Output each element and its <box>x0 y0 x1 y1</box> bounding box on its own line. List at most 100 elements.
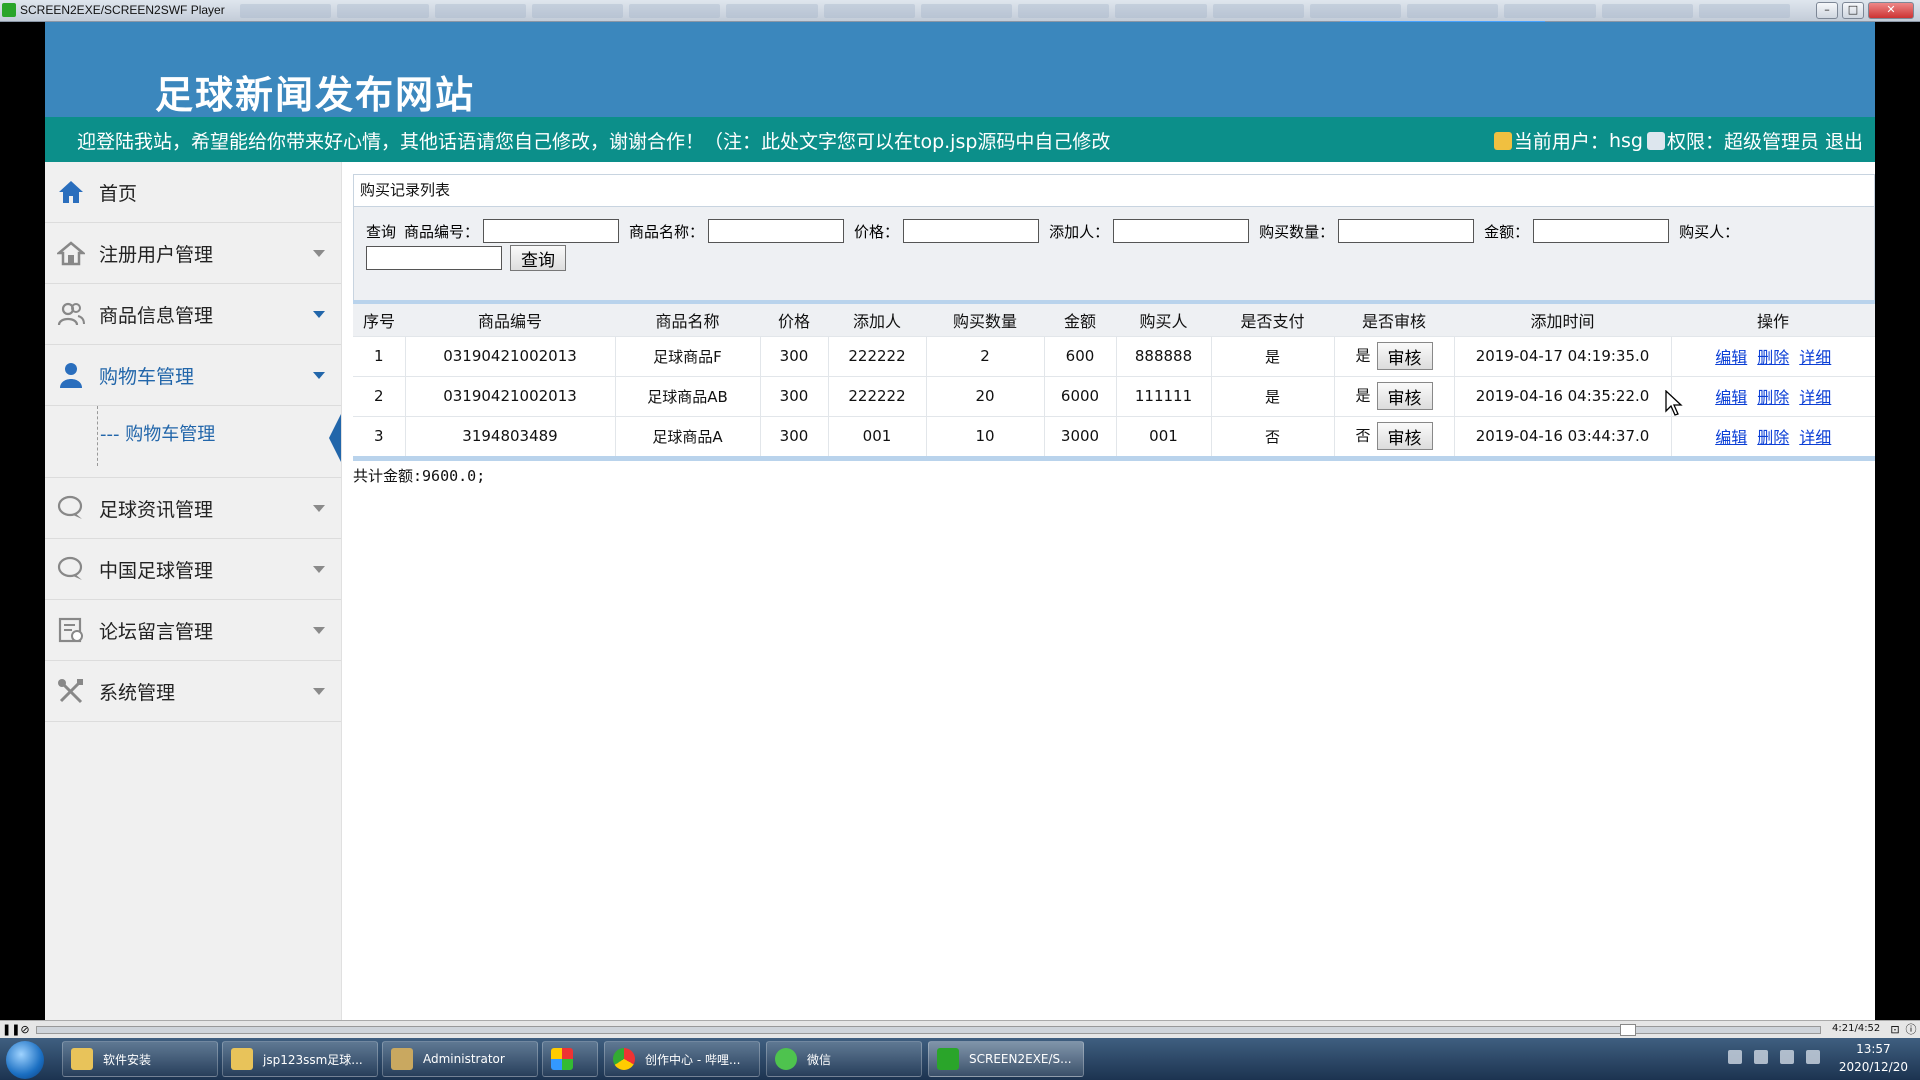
start-button[interactable] <box>6 1041 44 1079</box>
product-code-input[interactable] <box>483 219 620 243</box>
col-header: 添加人 <box>828 304 926 336</box>
search-button[interactable]: 查询 <box>510 245 566 271</box>
cell-amount: 3000 <box>1044 415 1117 456</box>
table-header-row: 序号 商品编号 商品名称 价格 添加人 购买数量 金额 购买人 是否支付 是否审… <box>353 304 1875 336</box>
delete-link[interactable]: 删除 <box>1757 348 1789 367</box>
task-wechat[interactable]: 微信 <box>766 1041 922 1077</box>
sidebar-item-cart[interactable]: 购物车管理 <box>45 345 341 406</box>
sidebar-item-home[interactable]: 首页 <box>45 162 341 223</box>
quantity-label: 购买数量： <box>1259 222 1335 241</box>
delete-link[interactable]: 删除 <box>1757 428 1789 447</box>
col-header: 商品名称 <box>615 304 760 336</box>
sidebar-item-label: 系统管理 <box>99 681 176 704</box>
delete-link[interactable]: 删除 <box>1757 388 1789 407</box>
notes-icon <box>57 616 85 644</box>
cell-adder: 222222 <box>828 335 927 376</box>
sidebar-item-label: 首页 <box>99 182 138 205</box>
detail-link[interactable]: 详细 <box>1799 348 1831 367</box>
cell-name: 足球商品F <box>615 335 761 376</box>
amount-input[interactable] <box>1533 219 1670 243</box>
task-label: jsp123ssm足球... <box>263 1052 363 1067</box>
maximize-icon[interactable]: □ <box>1842 2 1864 19</box>
logout-link[interactable]: 退出 <box>1825 127 1863 154</box>
quantity-input[interactable] <box>1338 219 1475 243</box>
task-administrator[interactable]: Administrator <box>382 1041 538 1077</box>
submenu-item-cart[interactable]: --- 购物车管理 <box>100 420 215 446</box>
user-icon <box>57 361 85 389</box>
cell-qty: 20 <box>926 375 1045 416</box>
cell-paid: 否 <box>1211 415 1335 456</box>
audit-button[interactable]: 审核 <box>1376 422 1433 451</box>
clock[interactable]: 13:57 2020/12/20 <box>1839 1040 1908 1076</box>
task-jsp-folder[interactable]: jsp123ssm足球... <box>222 1041 378 1077</box>
sidebar-item-label: 足球资讯管理 <box>99 498 214 521</box>
sidebar-item-football-news[interactable]: 足球资讯管理 <box>45 478 341 539</box>
sidebar-item-forum[interactable]: 论坛留言管理 <box>45 600 341 661</box>
seek-bar[interactable] <box>36 1026 1821 1034</box>
edit-link[interactable]: 编辑 <box>1715 428 1747 447</box>
audit-button[interactable]: 审核 <box>1376 342 1433 370</box>
seek-handle[interactable] <box>1620 1024 1636 1036</box>
keyboard-icon[interactable] <box>1728 1050 1742 1064</box>
sidebar-item-product-info[interactable]: 商品信息管理 <box>45 284 341 345</box>
task-screen2exe[interactable]: SCREEN2EXE/S... <box>928 1041 1084 1077</box>
audit-status: 是 <box>1355 346 1371 365</box>
price-input[interactable] <box>903 219 1040 243</box>
edit-link[interactable]: 编辑 <box>1715 388 1747 407</box>
buyer-input[interactable] <box>366 246 502 270</box>
cell-no: 3 <box>353 415 406 456</box>
cell-time: 2019-04-16 04:35:22.0 <box>1454 375 1672 416</box>
tray-expand-icon[interactable] <box>1754 1050 1768 1064</box>
pause-icon[interactable]: ❚❚ <box>2 1023 20 1037</box>
cell-time: 2019-04-17 04:19:35.0 <box>1454 335 1672 376</box>
cell-ops: 编辑 删除 详细 <box>1671 335 1875 376</box>
task-browser[interactable]: 创作中心 - 哔哩... <box>604 1041 760 1077</box>
edit-link[interactable]: 编辑 <box>1715 348 1747 367</box>
minimize-icon[interactable]: – <box>1816 2 1838 19</box>
folder-icon <box>71 1048 93 1070</box>
window-title: SCREEN2EXE/SCREEN2SWF Player <box>20 3 225 17</box>
audit-button[interactable]: 审核 <box>1376 382 1433 410</box>
adder-input[interactable] <box>1113 219 1250 243</box>
sidebar-item-system[interactable]: 系统管理 <box>45 661 341 722</box>
system-tray <box>1728 1050 1820 1064</box>
app-icon <box>2 3 16 17</box>
product-code-label: 商品编号： <box>404 222 480 241</box>
chrome-icon <box>613 1048 635 1070</box>
product-name-input[interactable] <box>708 219 845 243</box>
folder-icon <box>231 1048 253 1070</box>
fullscreen-icon[interactable]: ⊡ <box>1888 1023 1902 1037</box>
cell-name: 足球商品AB <box>615 375 761 416</box>
cell-adder: 001 <box>828 415 927 456</box>
cell-buyer: 111111 <box>1116 375 1212 416</box>
adder-label: 添加人： <box>1049 222 1110 241</box>
network-icon[interactable] <box>1806 1050 1820 1064</box>
cell-ops: 编辑 删除 详细 <box>1671 375 1875 416</box>
task-app[interactable] <box>542 1041 598 1077</box>
info-icon[interactable]: ⓘ <box>1904 1023 1918 1037</box>
task-label: SCREEN2EXE/S... <box>969 1052 1072 1066</box>
task-software-install[interactable]: 软件安装 <box>62 1041 218 1077</box>
stop-icon[interactable]: ⊘ <box>18 1023 32 1037</box>
permission-value: 超级管理员 <box>1723 131 1819 153</box>
permission-label: 权限： <box>1666 131 1724 153</box>
main-content: 购买记录列表 查询 商品编号： 商品名称： 价格： 添加人： 购买数量： 金额：… <box>353 174 1875 486</box>
cell-adder: 222222 <box>828 375 927 416</box>
buyer-label: 购买人： <box>1679 222 1740 241</box>
detail-link[interactable]: 详细 <box>1799 428 1831 447</box>
site-header: 足球新闻发布网站 <box>45 22 1875 117</box>
player-icon <box>937 1048 959 1070</box>
background-tabs <box>240 4 1790 18</box>
user-folder-icon <box>391 1048 413 1070</box>
sidebar-item-register-users[interactable]: 注册用户管理 <box>45 223 341 284</box>
panel-title: 购买记录列表 <box>353 174 1875 207</box>
sidebar-item-china-football[interactable]: 中国足球管理 <box>45 539 341 600</box>
sidebar-item-label: 论坛留言管理 <box>99 620 214 643</box>
cell-qty: 10 <box>926 415 1045 456</box>
detail-link[interactable]: 详细 <box>1799 388 1831 407</box>
home-icon <box>57 178 85 206</box>
sidebar-item-label: 购物车管理 <box>99 365 195 388</box>
volume-icon[interactable] <box>1780 1050 1794 1064</box>
sidebar: 首页 注册用户管理 商品信息管理 购物车管理 --- 购物车管理 足球资讯管理 … <box>45 162 342 1020</box>
close-icon[interactable]: ✕ <box>1868 2 1914 19</box>
